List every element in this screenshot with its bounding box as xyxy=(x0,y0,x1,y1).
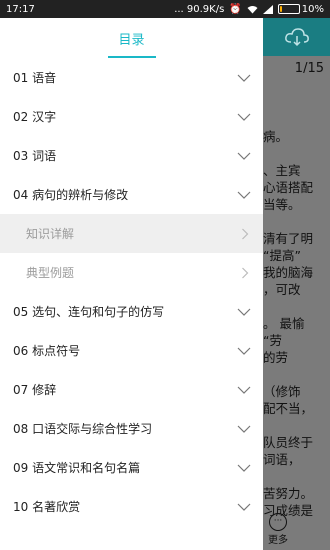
toc-item-09[interactable]: 09 语文常识和名句名篇 xyxy=(0,448,263,487)
network-speed: ... 90.9K/s xyxy=(174,3,225,15)
chevron-down-icon xyxy=(237,308,251,316)
toc-item-label: 07 修辞 xyxy=(13,383,57,397)
toc-drawer: 目录 01 语音 02 汉字 03 词语 04 病句的辨析与修改 知识详解 典型… xyxy=(0,18,263,550)
toc-item-label: 01 语音 xyxy=(13,71,57,85)
status-time: 17:17 xyxy=(6,3,35,15)
toc-item-label: 02 汉字 xyxy=(13,110,57,124)
chevron-down-icon xyxy=(237,464,251,472)
toc-subitem-label: 知识详解 xyxy=(26,227,75,241)
toc-item-10[interactable]: 10 名著欣赏 xyxy=(0,487,263,526)
toc-subitem-examples[interactable]: 典型例题 xyxy=(0,253,263,292)
chevron-down-icon xyxy=(237,503,251,511)
alarm-icon: ⏰ xyxy=(229,3,242,15)
toc-item-label: 10 名著欣赏 xyxy=(13,500,81,514)
title-underline xyxy=(108,56,156,58)
toc-item-label: 06 标点符号 xyxy=(13,344,81,358)
chevron-right-icon xyxy=(242,267,249,278)
toc-item-label: 08 口语交际与综合性学习 xyxy=(13,422,153,436)
toc-item-label: 03 词语 xyxy=(13,149,57,163)
toc-item-label: 09 语文常识和名句名篇 xyxy=(13,461,141,475)
page-indicator: 1/15 xyxy=(294,61,324,76)
chevron-down-icon xyxy=(237,113,251,121)
status-bar: 17:17 ... 90.9K/s ⏰ 10% xyxy=(0,0,330,18)
toc-item-label: 05 选句、连句和句子的仿写 xyxy=(13,305,165,319)
toc-item-07[interactable]: 07 修辞 xyxy=(0,370,263,409)
more-icon: ··· xyxy=(269,513,287,531)
more-button[interactable]: ··· 更多 xyxy=(265,513,291,546)
toc-subitem-label: 典型例题 xyxy=(26,266,75,280)
toc-list: 01 语音 02 汉字 03 词语 04 病句的辨析与修改 知识详解 典型例题 … xyxy=(0,58,263,526)
chevron-right-icon xyxy=(242,228,249,239)
toc-title-tab[interactable]: 目录 xyxy=(0,29,263,48)
drawer-header: 目录 xyxy=(0,18,263,58)
chevron-down-icon xyxy=(237,152,251,160)
toc-item-01[interactable]: 01 语音 xyxy=(0,58,263,97)
chevron-down-icon xyxy=(237,347,251,355)
more-label: 更多 xyxy=(268,535,288,546)
wifi-icon xyxy=(247,5,258,13)
chevron-down-icon xyxy=(237,425,251,433)
toc-item-05[interactable]: 05 选句、连句和句子的仿写 xyxy=(0,292,263,331)
toc-item-04[interactable]: 04 病句的辨析与修改 xyxy=(0,175,263,214)
reader-text: 病。 、主宾 心语搭配 当等。 清有了明 “提高” 我的脑海 ，可改 。 最愉 … xyxy=(263,129,314,518)
chevron-down-icon xyxy=(237,74,251,82)
toc-subitem-knowledge[interactable]: 知识详解 xyxy=(0,214,263,253)
toc-item-06[interactable]: 06 标点符号 xyxy=(0,331,263,370)
toc-item-label: 04 病句的辨析与修改 xyxy=(13,188,129,202)
battery-indicator: 10% xyxy=(277,3,324,15)
chevron-down-icon xyxy=(237,191,251,199)
battery-percent: 10% xyxy=(301,3,324,15)
signal-icon xyxy=(262,4,273,14)
toc-item-08[interactable]: 08 口语交际与综合性学习 xyxy=(0,409,263,448)
reader-header xyxy=(263,18,330,56)
toc-item-03[interactable]: 03 词语 xyxy=(0,136,263,175)
reader-background[interactable]: 1/15 病。 、主宾 心语搭配 当等。 清有了明 “提高” 我的脑海 ，可改 … xyxy=(263,18,330,550)
cloud-download-icon xyxy=(284,28,309,47)
toc-item-02[interactable]: 02 汉字 xyxy=(0,97,263,136)
chevron-down-icon xyxy=(237,386,251,394)
